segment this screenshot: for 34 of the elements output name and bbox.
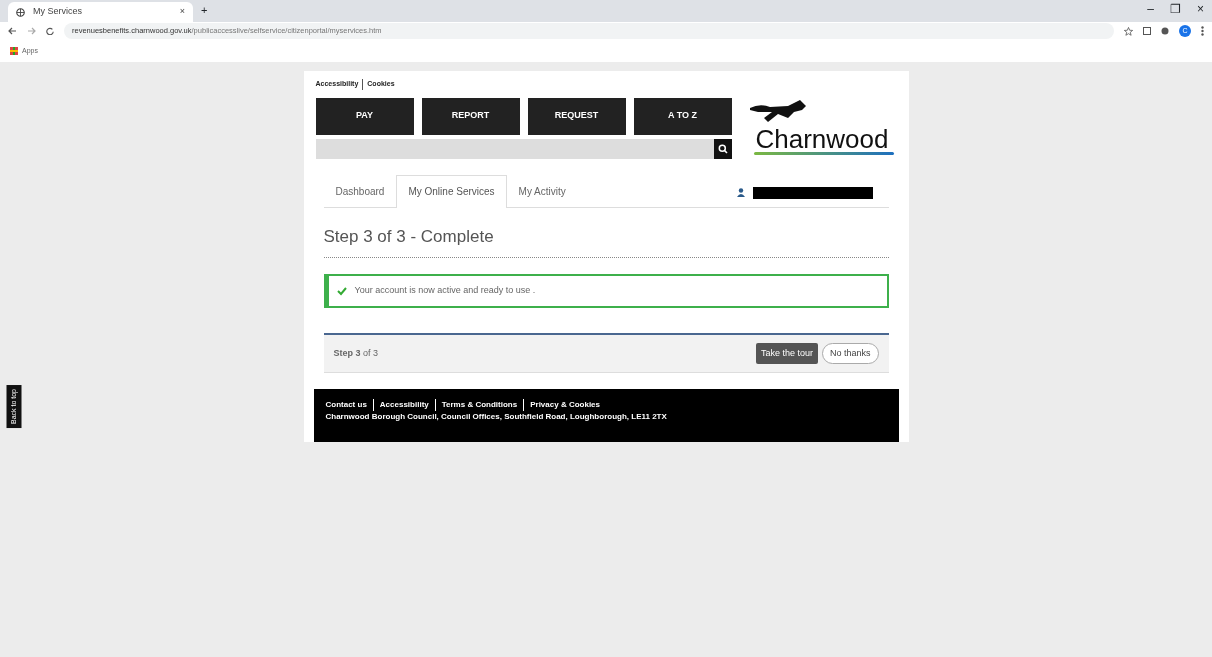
- alert-message: Your account is now active and ready to use .: [354, 284, 536, 297]
- new-tab-button[interactable]: +: [201, 1, 208, 18]
- tab-title[interactable]: My Services: [33, 5, 82, 19]
- search-icon: [717, 144, 728, 155]
- reload-icon[interactable]: [46, 27, 54, 35]
- search-button[interactable]: [713, 138, 732, 159]
- globe-icon: [16, 7, 25, 17]
- council-address: Charnwood Borough Council, Council Offices, Southfield Road, Loughborough, LE11 2TX: [325, 411, 668, 423]
- footer-link[interactable]: Privacy & Cookies: [523, 399, 606, 411]
- page-heading: Step 3 of 3 - Complete: [323, 223, 889, 258]
- portal-tab[interactable]: Dashboard: [323, 174, 397, 207]
- portal-tab[interactable]: My Activity: [506, 174, 578, 207]
- nav-button[interactable]: PAY: [315, 97, 414, 135]
- tour-button[interactable]: No thanks: [821, 342, 879, 364]
- restore-button[interactable]: ❐: [1170, 0, 1181, 18]
- footer-link[interactable]: Terms & Conditions: [434, 399, 524, 411]
- apps-icon: [10, 47, 18, 55]
- step-indicator: Step 3 of 3: [333, 346, 379, 360]
- check-icon: [336, 285, 347, 296]
- tour-button[interactable]: Take the tour: [755, 342, 818, 364]
- back-icon[interactable]: [8, 27, 17, 35]
- nav-button[interactable]: A TO Z: [633, 97, 732, 135]
- footer-link[interactable]: Contact us: [325, 399, 373, 411]
- close-button[interactable]: ×: [1197, 0, 1204, 18]
- user-icon: [736, 188, 745, 197]
- council-logo[interactable]: Charnwood: [747, 97, 897, 159]
- minimize-button[interactable]: –: [1147, 0, 1154, 18]
- nav-button[interactable]: REQUEST: [527, 97, 626, 135]
- footer-link[interactable]: Accessibility: [372, 399, 435, 411]
- star-icon[interactable]: [1124, 26, 1133, 36]
- nav-button[interactable]: REPORT: [421, 97, 520, 135]
- portal-tab[interactable]: My Online Services: [396, 174, 507, 208]
- menu-icon[interactable]: [1201, 26, 1204, 36]
- close-tab-button[interactable]: ×: [179, 5, 185, 19]
